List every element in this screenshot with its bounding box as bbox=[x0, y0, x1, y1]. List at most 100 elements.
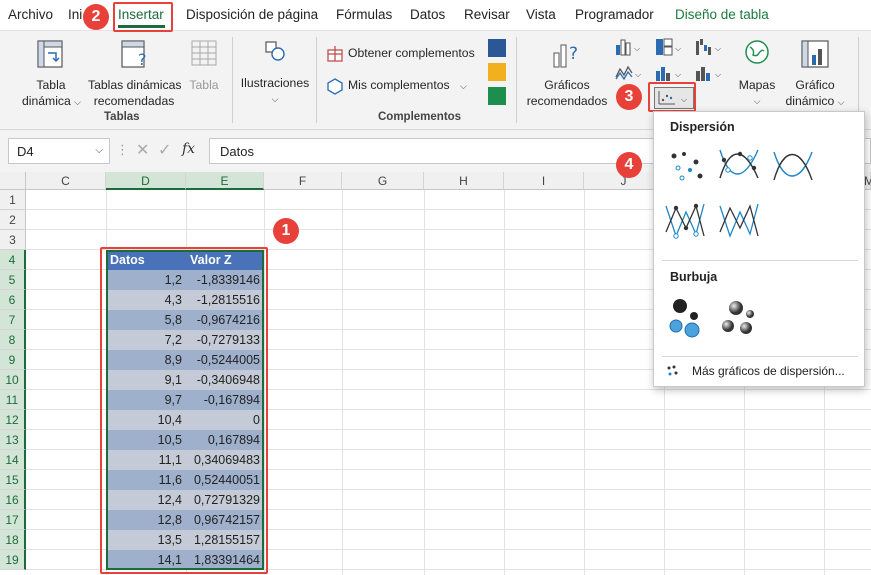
select-all-corner[interactable] bbox=[0, 172, 26, 190]
row-header[interactable]: 18 bbox=[0, 530, 26, 550]
scatter-smooth-option[interactable] bbox=[770, 142, 816, 188]
column-header[interactable]: E bbox=[186, 172, 264, 190]
svg-text:⌵: ⌵ bbox=[715, 44, 721, 53]
recommended-pivot-button[interactable]: ? Tablas dinámicas recomendadas bbox=[88, 37, 181, 108]
illustrations-button[interactable]: Ilustraciones ⌵ bbox=[238, 37, 312, 105]
column-header[interactable]: G bbox=[342, 172, 424, 190]
tab-vista[interactable]: Vista bbox=[526, 7, 556, 22]
column-header[interactable]: F bbox=[264, 172, 342, 190]
scatter-small-icon bbox=[667, 365, 678, 376]
callout-badge-2: 2 bbox=[83, 4, 109, 30]
recommended-charts-label-2: recomendados bbox=[526, 94, 608, 108]
scatter-straight-markers-option[interactable] bbox=[662, 198, 708, 244]
tab-diseno-tabla[interactable]: Diseño de tabla bbox=[675, 7, 769, 22]
column-chart-button[interactable]: ⌵ bbox=[614, 37, 644, 57]
tab-revisar[interactable]: Revisar bbox=[464, 7, 510, 22]
name-box[interactable]: D4 ⌵ bbox=[8, 138, 110, 164]
tab-inicio[interactable]: Ini bbox=[68, 7, 82, 22]
pivot-chart-button[interactable]: Gráfico dinámico ⌵ bbox=[784, 37, 846, 108]
gridline bbox=[584, 190, 585, 575]
visio-icon[interactable] bbox=[488, 39, 506, 57]
scatter-smooth-markers-option[interactable] bbox=[716, 142, 762, 188]
bubble-option[interactable] bbox=[662, 294, 708, 340]
row-header[interactable]: 3 bbox=[0, 230, 26, 250]
insert-function-icon[interactable]: fx bbox=[182, 141, 195, 157]
tab-archivo[interactable]: Archivo bbox=[8, 7, 53, 22]
chevron-down-icon: ⌵ bbox=[271, 94, 279, 104]
highlight-box-table bbox=[100, 247, 268, 574]
table-label: Tabla bbox=[189, 78, 219, 92]
chevron-down-icon: ⌵ bbox=[95, 145, 103, 156]
my-addins-button[interactable]: Mis complementos ⌵ bbox=[326, 75, 476, 95]
row-header[interactable]: 19 bbox=[0, 550, 26, 570]
column-header[interactable]: C bbox=[26, 172, 106, 190]
scatter-smooth-markers-icon bbox=[719, 149, 759, 179]
addins-icon bbox=[327, 78, 343, 95]
svg-text:⌵: ⌵ bbox=[715, 70, 721, 79]
people-graph-icon[interactable] bbox=[488, 87, 506, 105]
bubble-3d-option[interactable] bbox=[716, 294, 762, 340]
line-chart-button[interactable]: ⌵ bbox=[614, 63, 644, 83]
bubble-section-title: Burbuja bbox=[670, 270, 718, 284]
scatter-straight-option[interactable] bbox=[716, 198, 762, 244]
confirm-icon[interactable]: ✓ bbox=[158, 140, 171, 160]
scatter-smooth-icon bbox=[773, 151, 813, 181]
row-header[interactable]: 8 bbox=[0, 330, 26, 350]
row-header[interactable]: 11 bbox=[0, 390, 26, 410]
recommended-charts-icon: ? bbox=[553, 44, 578, 68]
row-header[interactable]: 16 bbox=[0, 490, 26, 510]
tab-programador[interactable]: Programador bbox=[575, 7, 654, 22]
waterfall-chart-button[interactable]: ⌵ bbox=[694, 37, 724, 57]
pivot-chart-label-2: dinámico ⌵ bbox=[785, 94, 845, 108]
waterfall-chart-icon: ⌵ bbox=[696, 39, 721, 55]
combo-chart-button[interactable]: ⌵ bbox=[694, 63, 724, 83]
table-button[interactable]: Tabla bbox=[186, 37, 222, 105]
row-header[interactable]: 2 bbox=[0, 210, 26, 230]
row-header[interactable]: 15 bbox=[0, 470, 26, 490]
drag-handle-icon: ⋮ bbox=[116, 142, 129, 157]
column-header[interactable]: D bbox=[106, 172, 186, 190]
pivot-chart-label-1: Gráfico bbox=[795, 78, 835, 92]
scatter-straight-icon bbox=[719, 203, 759, 238]
row-header[interactable]: 4 bbox=[0, 250, 26, 270]
recommended-pivot-icon: ? bbox=[121, 40, 147, 69]
recommended-pivot-label-2: recomendadas bbox=[93, 94, 175, 108]
row-header[interactable]: 17 bbox=[0, 510, 26, 530]
row-header[interactable]: 14 bbox=[0, 450, 26, 470]
row-header[interactable]: 6 bbox=[0, 290, 26, 310]
pivot-table-label-2: dinámica ⌵ bbox=[22, 94, 81, 108]
hierarchy-chart-button[interactable]: ⌵ bbox=[654, 37, 684, 57]
pivot-table-button[interactable]: Tabla dinámica ⌵ bbox=[22, 37, 81, 108]
column-header[interactable]: H bbox=[424, 172, 504, 190]
tab-disposicion[interactable]: Disposición de página bbox=[186, 7, 318, 22]
column-header[interactable]: I bbox=[504, 172, 584, 190]
row-header[interactable]: 5 bbox=[0, 270, 26, 290]
scatter-option[interactable] bbox=[662, 142, 708, 188]
svg-text:?: ? bbox=[138, 50, 147, 69]
bubble-icon bbox=[669, 299, 700, 338]
row-header[interactable]: 13 bbox=[0, 430, 26, 450]
more-scatter-charts-link[interactable]: Más gráficos de dispersión... bbox=[666, 362, 856, 382]
pivot-table-label-1: Tabla bbox=[36, 78, 66, 92]
row-header[interactable]: 9 bbox=[0, 350, 26, 370]
tab-formulas[interactable]: Fórmulas bbox=[336, 7, 392, 22]
get-addins-button[interactable]: Obtener complementos bbox=[326, 43, 476, 63]
maps-button[interactable]: Mapas ⌵ bbox=[732, 37, 782, 106]
stat-chart-button[interactable]: ⌵ bbox=[654, 63, 684, 83]
gridline bbox=[424, 190, 425, 575]
tab-datos[interactable]: Datos bbox=[410, 7, 445, 22]
cancel-icon[interactable]: ✕ bbox=[136, 140, 149, 160]
ribbon-separator bbox=[316, 37, 317, 123]
scatter-straight-markers-icon bbox=[665, 203, 705, 239]
recommended-charts-button[interactable]: ? Gráficos recomendados bbox=[522, 37, 612, 108]
row-header[interactable]: 7 bbox=[0, 310, 26, 330]
dropdown-separator bbox=[662, 260, 858, 261]
row-header[interactable]: 1 bbox=[0, 190, 26, 210]
bing-icon[interactable] bbox=[488, 63, 506, 81]
recommended-charts-label-1: Gráficos bbox=[544, 78, 590, 92]
row-header[interactable]: 12 bbox=[0, 410, 26, 430]
dropdown-separator bbox=[662, 356, 858, 357]
row-header[interactable]: 10 bbox=[0, 370, 26, 390]
globe-icon bbox=[745, 40, 769, 64]
pivot-chart-icon bbox=[801, 40, 829, 68]
